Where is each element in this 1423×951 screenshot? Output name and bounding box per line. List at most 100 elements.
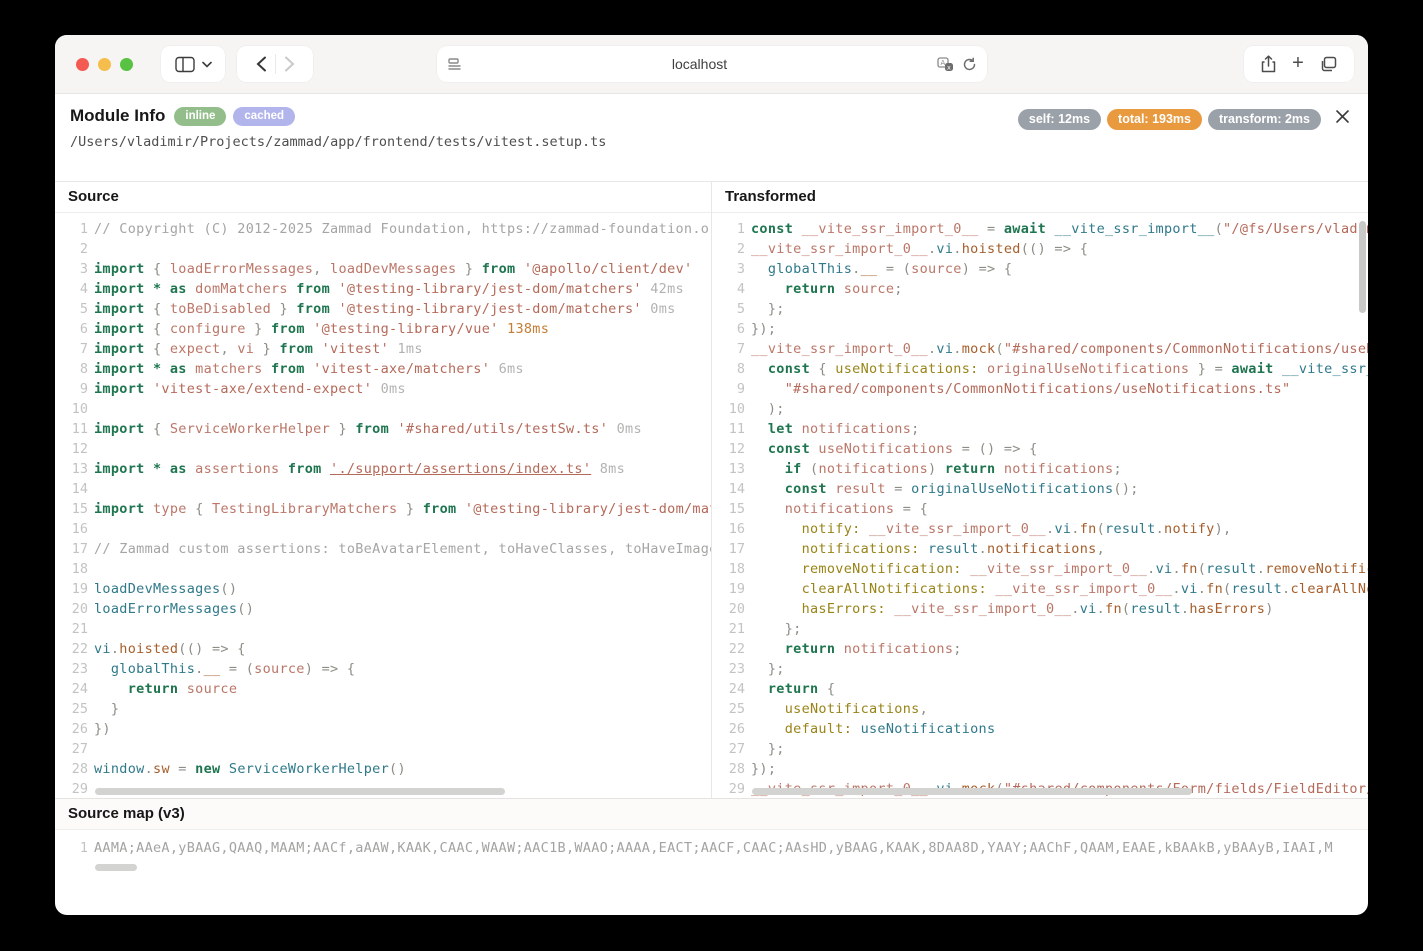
transformed-vertical-scrollbar[interactable] — [1359, 221, 1366, 313]
line-number: 27 — [55, 739, 88, 759]
code-line: 12 const useNotifications = () => { — [712, 439, 1368, 459]
code-text: import * as assertions from './support/a… — [88, 459, 625, 479]
code-line: 20loadErrorMessages() — [55, 599, 711, 619]
transformed-code[interactable]: 1const __vite_ssr_import_0__ = await __v… — [712, 213, 1368, 798]
code-line: 17 notifications: result.notifications, — [712, 539, 1368, 559]
line-number: 3 — [712, 259, 745, 279]
line-number: 28 — [712, 759, 745, 779]
code-line: 7import { expect, vi } from 'vitest' 1ms — [55, 339, 711, 359]
line-number: 6 — [55, 319, 88, 339]
line-number: 28 — [55, 759, 88, 779]
code-line: 16 notify: __vite_ssr_import_0__.vi.fn(r… — [712, 519, 1368, 539]
timing-badge: transform: 2ms — [1208, 109, 1321, 130]
code-text — [88, 619, 94, 639]
back-button[interactable] — [256, 56, 267, 72]
source-horizontal-scrollbar[interactable] — [95, 788, 505, 795]
code-text: removeNotification: __vite_ssr_import_0_… — [745, 559, 1368, 579]
module-badge: cached — [233, 107, 295, 126]
line-number: 1 — [55, 838, 88, 858]
sourcemap-line: 1 AAMA;AAeA,yBAAG,QAAQ,MAAM;AACf,aAAW,KA… — [55, 838, 1368, 858]
chevron-down-icon — [202, 61, 212, 68]
line-number: 14 — [712, 479, 745, 499]
line-number: 4 — [712, 279, 745, 299]
code-text: }); — [745, 319, 776, 339]
code-line: 13import * as assertions from './support… — [55, 459, 711, 479]
code-line: 17// Zammad custom assertions: toBeAvata… — [55, 539, 711, 559]
reader-icon[interactable] — [447, 57, 463, 71]
code-text: useNotifications, — [745, 699, 928, 719]
url-text[interactable]: localhost — [463, 56, 937, 72]
sourcemap-horizontal-scrollbar[interactable] — [95, 864, 137, 871]
code-line: 23 globalThis.__ = (source) => { — [55, 659, 711, 679]
code-line: 26 default: useNotifications — [712, 719, 1368, 739]
line-number: 2 — [55, 239, 88, 259]
timing-badge: total: 193ms — [1107, 109, 1202, 130]
code-line: 18 — [55, 559, 711, 579]
code-text — [88, 779, 94, 798]
forward-button[interactable] — [284, 56, 295, 72]
line-number: 25 — [712, 699, 745, 719]
code-text: import { expect, vi } from 'vitest' 1ms — [88, 339, 423, 359]
code-line: 2 — [55, 239, 711, 259]
line-number: 5 — [712, 299, 745, 319]
translate-icon[interactable]: A x — [937, 57, 954, 72]
sourcemap-section: 1 AAMA;AAeA,yBAAG,QAAQ,MAAM;AACf,aAAW,KA… — [55, 830, 1368, 915]
line-number: 15 — [712, 499, 745, 519]
timing-metrics: self: 12mstotal: 193mstransform: 2ms — [1018, 109, 1321, 130]
line-number: 20 — [55, 599, 88, 619]
code-text: if (notifications) return notifications; — [745, 459, 1122, 479]
code-line: 21 — [55, 619, 711, 639]
share-icon[interactable] — [1261, 55, 1276, 73]
code-text — [88, 519, 94, 539]
line-number: 18 — [712, 559, 745, 579]
code-text: import { ServiceWorkerHelper } from '#sh… — [88, 419, 642, 439]
code-line: 5import { toBeDisabled } from '@testing-… — [55, 299, 711, 319]
line-number: 23 — [712, 659, 745, 679]
minimize-window-button[interactable] — [98, 58, 111, 71]
code-text: globalThis.__ = (source) => { — [88, 659, 355, 679]
code-line: 14 — [55, 479, 711, 499]
line-number: 29 — [55, 779, 88, 798]
line-number: 22 — [55, 639, 88, 659]
code-line: 15 notifications = { — [712, 499, 1368, 519]
line-number: 26 — [712, 719, 745, 739]
address-bar[interactable]: localhost A x — [437, 46, 987, 82]
source-panel: Source 1// Copyright (C) 2012-2025 Zamma… — [55, 182, 711, 798]
line-number: 13 — [712, 459, 745, 479]
code-text: }) — [88, 719, 111, 739]
module-badges: inlinecached — [174, 107, 295, 126]
code-text: }; — [745, 659, 785, 679]
maximize-window-button[interactable] — [120, 58, 133, 71]
line-number: 17 — [55, 539, 88, 559]
line-number: 16 — [712, 519, 745, 539]
code-line: 22vi.hoisted(() => { — [55, 639, 711, 659]
sidebar-toggle-button[interactable] — [161, 46, 225, 82]
code-line: 4import * as domMatchers from '@testing-… — [55, 279, 711, 299]
code-line: 14 const result = originalUseNotificatio… — [712, 479, 1368, 499]
new-tab-button[interactable]: + — [1292, 53, 1304, 73]
traffic-lights — [76, 58, 133, 71]
source-code[interactable]: 1// Copyright (C) 2012-2025 Zammad Found… — [55, 213, 711, 798]
line-number: 3 — [55, 259, 88, 279]
transformed-horizontal-scrollbar[interactable] — [752, 788, 1192, 795]
module-info-header: Module Info inlinecached self: 12mstotal… — [55, 94, 1368, 181]
module-file-path: /Users/vladimir/Projects/zammad/app/fron… — [70, 134, 1368, 150]
line-number: 9 — [712, 379, 745, 399]
code-line: 27 }; — [712, 739, 1368, 759]
line-number: 25 — [55, 699, 88, 719]
tab-overview-icon[interactable] — [1320, 56, 1337, 72]
close-panel-button[interactable] — [1330, 104, 1354, 128]
code-text: }; — [745, 299, 785, 319]
code-line: 28}); — [712, 759, 1368, 779]
reload-icon[interactable] — [962, 57, 977, 72]
code-line: 9 "#shared/components/CommonNotification… — [712, 379, 1368, 399]
code-text: loadErrorMessages() — [88, 599, 254, 619]
code-text: loadDevMessages() — [88, 579, 237, 599]
browser-window: localhost A x + — [55, 35, 1368, 915]
line-number: 8 — [55, 359, 88, 379]
line-number: 1 — [55, 219, 88, 239]
line-number: 12 — [55, 439, 88, 459]
line-number: 10 — [55, 399, 88, 419]
code-text: notify: __vite_ssr_import_0__.vi.fn(resu… — [745, 519, 1231, 539]
close-window-button[interactable] — [76, 58, 89, 71]
